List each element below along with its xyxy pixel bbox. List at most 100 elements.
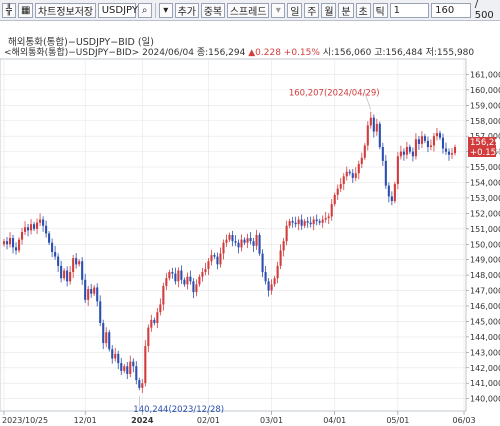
- candle-body: [384, 160, 387, 186]
- add-button[interactable]: 추가: [174, 2, 199, 18]
- candle-body: [297, 219, 300, 225]
- candle-body: [5, 241, 9, 245]
- grid-icon[interactable]: ▦: [18, 2, 34, 18]
- candle-body: [342, 176, 345, 185]
- y-tick-label: 145,000: [470, 317, 500, 326]
- candle-body: [264, 272, 267, 282]
- x-tick-label: 05/01: [386, 416, 409, 425]
- candle-body: [207, 261, 210, 269]
- candle-body: [270, 284, 273, 291]
- candle-body: [132, 361, 135, 367]
- candle-body: [315, 219, 318, 222]
- period-tick-button[interactable]: 틱: [372, 2, 388, 18]
- spread-button[interactable]: 스프레드: [226, 2, 270, 18]
- candle-body: [8, 238, 12, 245]
- candle-body: [162, 285, 165, 305]
- y-axis: 140,000 141,000 142,000 143,000 144,000 145,0…: [466, 70, 500, 404]
- chart-canvas: 140,000 141,000 142,000 143,000 144,000 145,0…: [0, 58, 500, 425]
- candle-body: [393, 184, 396, 202]
- candle-body: [78, 261, 81, 265]
- candle-body: [312, 219, 315, 225]
- candle-body: [309, 222, 312, 225]
- candle-body: [237, 242, 240, 248]
- candle-body: [54, 251, 57, 257]
- x-axis: 2023/10/25 12/01 2024 02/01 03/01 04/01 05/01 0…: [2, 411, 476, 425]
- last-price-change: +0.15%: [470, 148, 500, 158]
- interval-field[interactable]: 1: [389, 2, 430, 18]
- candle-body: [33, 224, 36, 229]
- y-tick-label: 159,000: [470, 101, 500, 110]
- candle-body: [447, 151, 451, 155]
- candle-body: [420, 136, 423, 144]
- candle-body: [396, 156, 399, 185]
- dropdown-icon[interactable]: ▾: [271, 2, 286, 18]
- candle-body: [216, 256, 219, 265]
- candle-body: [348, 171, 351, 174]
- low-annotation: 140,244(2023/12/28): [133, 405, 224, 415]
- overlap-button[interactable]: 중복: [200, 2, 225, 18]
- last-price: 156,294: [470, 138, 500, 148]
- candle-body: [114, 353, 117, 359]
- count-total: / 500: [474, 0, 494, 21]
- period-month-button[interactable]: 월: [321, 2, 337, 18]
- candle-body: [327, 216, 330, 219]
- candle-body: [81, 261, 84, 280]
- y-tick-label: 155,000: [470, 163, 500, 172]
- candle-body: [279, 250, 282, 266]
- candle-body: [156, 312, 159, 323]
- candle-body: [444, 148, 448, 152]
- candle-body: [258, 235, 261, 254]
- candle-body: [210, 255, 213, 262]
- candle-body: [285, 225, 288, 242]
- candle-body: [363, 145, 366, 158]
- candle-body: [180, 270, 183, 280]
- symbol-field[interactable]: USDJPY: [97, 2, 138, 18]
- period-minute-button[interactable]: 분: [338, 2, 354, 18]
- candle-body: [14, 247, 18, 251]
- x-tick-label: 06/03: [452, 416, 475, 425]
- x-tick-label: 04/01: [323, 416, 346, 425]
- candle-body: [48, 233, 51, 243]
- crosshair-icon[interactable]: ╬: [2, 2, 16, 18]
- candle: [108, 329, 111, 352]
- y-tick-label: 158,000: [470, 117, 500, 126]
- candle-body: [174, 273, 177, 282]
- candle-body: [336, 188, 339, 195]
- candle-body: [117, 353, 120, 364]
- candle-body: [186, 276, 189, 285]
- high-annotation: 160,207(2024/04/29): [289, 89, 380, 99]
- indicator-icon[interactable]: ▾: [158, 2, 173, 18]
- candle-body: [17, 239, 21, 251]
- candle-body: [321, 219, 324, 223]
- x-tick-label: 12/01: [74, 416, 97, 425]
- candle-body: [408, 147, 411, 152]
- period-second-button[interactable]: 초: [355, 2, 371, 18]
- price-info-ohlc: 시:156,060 고:156,484 저:155,980: [322, 48, 475, 58]
- candle-body: [261, 253, 264, 273]
- y-tick-label: 149,000: [470, 256, 500, 265]
- x-tick-label: 2023/10/25: [2, 416, 48, 425]
- candle-body: [276, 265, 279, 279]
- x-tick-label: 02/01: [197, 416, 220, 425]
- candle-body: [453, 147, 457, 154]
- candle-body: [228, 235, 231, 240]
- candle-body: [24, 227, 27, 232]
- search-icon[interactable]: ⌕: [137, 2, 152, 18]
- candle-body: [213, 255, 216, 257]
- candle-body: [63, 270, 66, 279]
- candle-body: [294, 222, 297, 225]
- candle-body: [249, 238, 252, 242]
- candle-body: [90, 289, 93, 294]
- count-field[interactable]: 160: [431, 2, 471, 18]
- y-tick-label: 141,000: [470, 379, 500, 388]
- candle-body: [159, 304, 162, 313]
- candle-body: [42, 219, 45, 226]
- period-day-button[interactable]: 일: [287, 2, 303, 18]
- toolbar: ╬ ▦ 차트정보저장 USDJPY ⌕ ▾ 추가 중복 스프레드 ▾ 일 주 월…: [0, 0, 500, 21]
- candle-body: [387, 185, 390, 197]
- candle-body: [11, 238, 15, 248]
- period-week-button[interactable]: 주: [304, 2, 320, 18]
- save-chart-button[interactable]: 차트정보저장: [35, 2, 96, 18]
- candle-body: [72, 258, 75, 273]
- separator: [154, 2, 156, 18]
